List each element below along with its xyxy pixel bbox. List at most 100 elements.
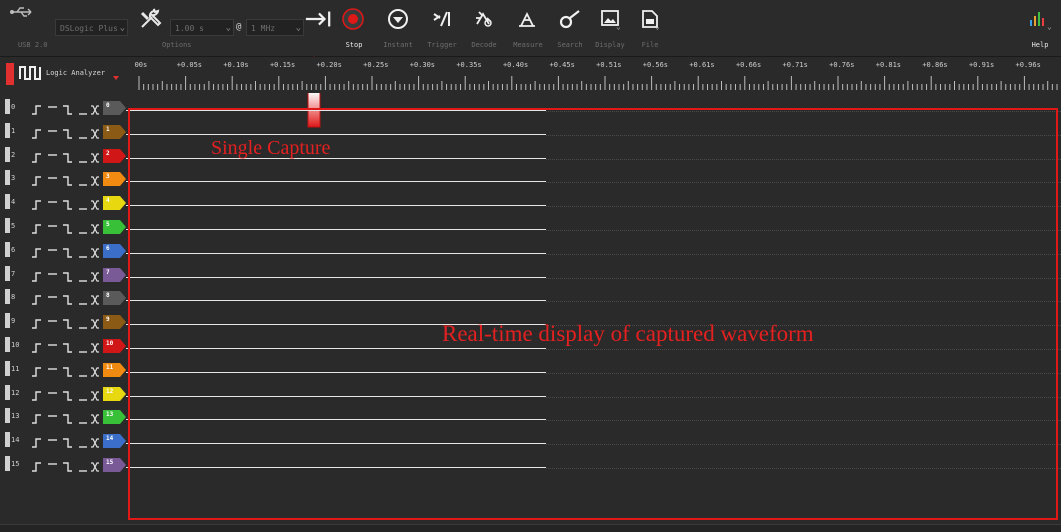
channel-handle[interactable] (5, 170, 10, 186)
falling-edge-icon (63, 319, 72, 329)
instant-icon[interactable] (384, 6, 412, 32)
falling-edge-icon (63, 343, 72, 353)
at-symbol: @ (236, 22, 242, 32)
channel-handle[interactable] (5, 289, 10, 305)
waveform-area[interactable] (126, 100, 1061, 520)
channel-waveform (126, 133, 546, 135)
channel-number: 4 (11, 198, 16, 207)
channel-number: 2 (11, 150, 16, 159)
channel-handle[interactable] (5, 146, 10, 162)
rate-select[interactable]: 1 MHz ⌄ (246, 19, 304, 36)
channel-tag[interactable]: 14 (103, 433, 127, 449)
falling-edge-icon (63, 152, 72, 163)
rising-edge-icon (32, 152, 41, 163)
mode-dropdown-icon[interactable] (113, 76, 119, 80)
trigger-options[interactable] (30, 149, 102, 168)
trigger-options[interactable] (30, 363, 102, 382)
channel-handle[interactable] (5, 360, 10, 376)
time-ruler[interactable] (122, 74, 1061, 90)
channel-handle[interactable] (5, 194, 10, 210)
channel-tag[interactable]: 2 (103, 148, 127, 163)
trigger-options[interactable] (30, 172, 102, 191)
channel-waveform (126, 467, 546, 468)
channel-handle[interactable] (5, 218, 10, 233)
falling-edge-icon (63, 462, 72, 472)
duration-select[interactable]: 1.00 s ⌄ (170, 19, 234, 36)
channel-handle[interactable] (5, 122, 10, 138)
display-dropdown-icon[interactable]: ⌄ (616, 22, 621, 31)
channel-tag[interactable]: 11 (103, 362, 127, 377)
any-edge-icon (91, 152, 99, 163)
single-capture-icon[interactable] (304, 6, 332, 32)
trigger-options[interactable] (30, 220, 102, 239)
channel-tag[interactable]: 1 (103, 124, 127, 139)
tick-label: +0.61s (689, 61, 715, 69)
any-edge-icon (91, 438, 99, 448)
channel-row: 11 11 (0, 358, 130, 381)
channel-handle[interactable] (5, 241, 10, 257)
rising-edge-icon (32, 200, 41, 210)
channel-handle[interactable] (5, 337, 10, 352)
channel-grid-line (546, 301, 1061, 303)
channel-handle[interactable] (5, 384, 10, 400)
channel-tag[interactable]: 3 (103, 171, 127, 187)
trigger-icon[interactable] (428, 6, 456, 32)
file-label: File (641, 41, 659, 49)
trigger-options[interactable] (30, 458, 102, 477)
channel-grid-line (546, 182, 1061, 184)
help-dropdown-icon[interactable]: ⌄ (1047, 22, 1052, 31)
trigger-options[interactable] (30, 410, 102, 429)
channel-tag[interactable]: 6 (103, 243, 127, 258)
trigger-options[interactable] (30, 244, 102, 263)
channel-tag[interactable]: 15 (103, 457, 127, 472)
trigger-options[interactable] (30, 268, 102, 287)
tick-label: +0.15s (269, 61, 296, 69)
realtime-annotation: Real-time display of captured waveform (442, 321, 814, 346)
channel-tag[interactable]: 0 (103, 100, 127, 115)
trigger-options[interactable] (30, 101, 102, 120)
mode-label[interactable]: Logic Analyzer (46, 69, 105, 77)
channel-tag[interactable]: 13 (103, 409, 127, 425)
decode-icon[interactable] (470, 6, 498, 32)
channel-handle[interactable] (5, 456, 10, 471)
any-edge-icon (91, 367, 99, 377)
trigger-options[interactable] (30, 315, 102, 334)
file-dropdown-icon[interactable]: ⌄ (655, 22, 660, 31)
device-select[interactable]: DSLogic Plus ⌄ (55, 19, 128, 36)
channel-tag[interactable]: 5 (103, 219, 127, 234)
channel-tag[interactable]: 7 (103, 267, 127, 282)
any-edge-icon (91, 105, 99, 115)
rising-edge-icon (32, 271, 41, 282)
channel-tag[interactable]: 4 (103, 195, 127, 211)
falling-edge-icon (63, 129, 72, 139)
any-edge-icon (91, 129, 99, 139)
tick-label: +0.96s (1015, 61, 1041, 69)
channel-row: 2 2 (0, 144, 130, 167)
trigger-options[interactable] (30, 125, 102, 144)
any-edge-icon (91, 224, 99, 234)
channel-handle[interactable] (5, 408, 10, 424)
options-icon[interactable] (136, 6, 164, 32)
stop-icon[interactable] (339, 6, 367, 32)
channel-handle[interactable] (5, 432, 10, 448)
tick-label: +0.76s (829, 61, 855, 69)
search-icon[interactable] (556, 6, 584, 32)
trigger-options[interactable] (30, 291, 102, 310)
channel-tag[interactable]: 8 (103, 290, 127, 306)
measure-icon[interactable] (513, 6, 541, 32)
rising-edge-icon (32, 319, 41, 329)
rising-edge-icon (32, 367, 41, 377)
channel-handle[interactable] (5, 313, 10, 329)
channel-tag[interactable]: 10 (103, 338, 127, 353)
channel-handle[interactable] (5, 265, 10, 281)
tick-label: +0.20s (316, 61, 342, 69)
trigger-options[interactable] (30, 339, 102, 358)
trigger-options[interactable] (30, 434, 102, 453)
channel-row: 4 4 (0, 191, 130, 214)
channel-handle[interactable] (5, 99, 10, 114)
channel-tag[interactable]: 9 (103, 314, 127, 330)
trigger-options[interactable] (30, 387, 102, 406)
falling-edge-icon (63, 367, 72, 377)
trigger-options[interactable] (30, 196, 102, 215)
channel-tag[interactable]: 12 (103, 386, 127, 401)
